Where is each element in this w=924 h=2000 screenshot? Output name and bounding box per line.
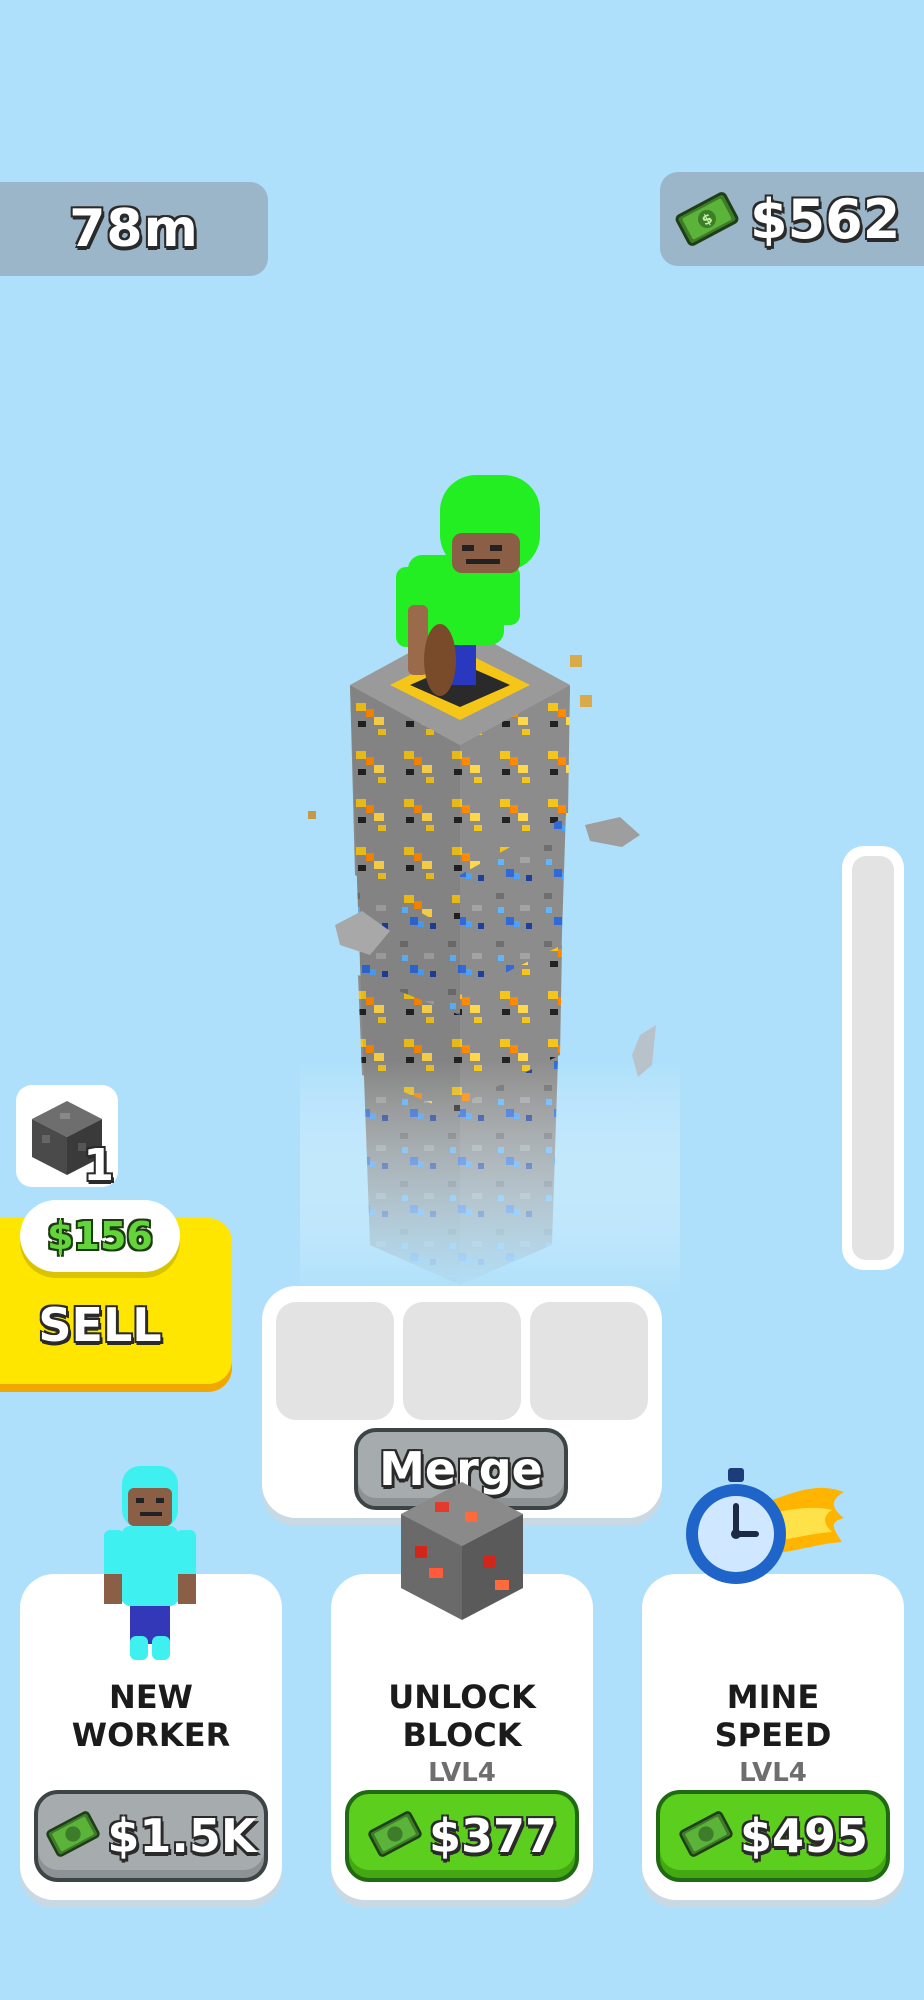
depth-panel: 78m: [0, 182, 268, 276]
cash-icon: [367, 1810, 423, 1862]
depth-progress-bar: [842, 846, 904, 1270]
inventory-count: 1: [83, 1140, 114, 1191]
mine-speed-button[interactable]: $495: [656, 1790, 890, 1882]
stopwatch-icon: [686, 1462, 846, 1596]
redstone-block-icon: [395, 1476, 529, 1630]
worker-icon: [100, 1464, 200, 1668]
card-level: LVL4: [428, 1758, 496, 1788]
card-level: LVL4: [739, 1758, 807, 1788]
cash-icon: [45, 1810, 101, 1862]
inventory-slot[interactable]: 1: [16, 1085, 118, 1191]
depth-readout: 78m: [69, 199, 199, 259]
worker-price: $1.5K: [107, 1809, 257, 1863]
new-worker-card[interactable]: NEW WORKER $1.5K: [20, 1466, 282, 1900]
sell-price-badge: $156: [20, 1200, 180, 1272]
cash-icon: [678, 1810, 734, 1862]
mine-speed-price: $495: [739, 1809, 869, 1863]
unlock-block-price: $377: [428, 1809, 558, 1863]
merge-slot-3[interactable]: [530, 1302, 648, 1420]
money-readout: $562: [750, 187, 901, 251]
sell-price: $156: [47, 1214, 153, 1258]
card-title: MINE SPEED: [714, 1678, 832, 1754]
money-panel: $ $562: [660, 172, 924, 266]
merge-slot-2[interactable]: [403, 1302, 521, 1420]
mine-speed-card[interactable]: MINE SPEED LVL4 $495: [642, 1468, 904, 1900]
sell-button[interactable]: $156 SELL: [0, 1200, 232, 1384]
card-title: NEW WORKER: [71, 1678, 231, 1754]
ore-tower[interactable]: [300, 455, 680, 1295]
cash-icon: $: [674, 191, 740, 247]
sell-label: SELL: [38, 1298, 162, 1352]
merge-slot-1[interactable]: [276, 1302, 394, 1420]
unlock-block-card[interactable]: UNLOCK BLOCK LVL4 $377: [331, 1482, 593, 1900]
card-title: UNLOCK BLOCK: [388, 1678, 536, 1754]
buy-worker-button[interactable]: $1.5K: [34, 1790, 268, 1882]
progress-track: [852, 856, 894, 1260]
unlock-block-button[interactable]: $377: [345, 1790, 579, 1882]
